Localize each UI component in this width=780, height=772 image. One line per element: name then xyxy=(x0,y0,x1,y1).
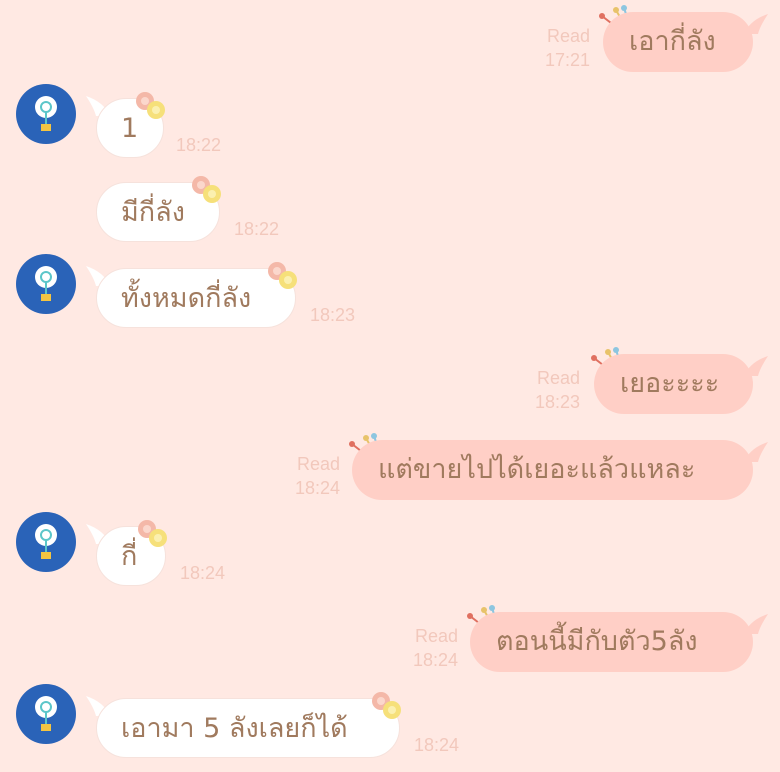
timestamp: 18:24 xyxy=(414,735,460,755)
read-receipt: Read 18:24 xyxy=(412,626,458,670)
message-bubble[interactable]: ตอนนี้มีกับตัว5ลัง xyxy=(470,612,753,672)
message-bubble[interactable]: แต่ขายไปได้เยอะแล้วแหละ xyxy=(352,440,753,500)
timestamp: 18:22 xyxy=(234,219,280,239)
read-receipt: Read 18:23 xyxy=(534,368,580,412)
lightbulb-icon xyxy=(35,696,57,731)
flower-sticker-icon xyxy=(192,176,221,203)
message-text: เอากี่ลัง xyxy=(629,26,716,57)
message-text: มีกี่ลัง xyxy=(121,197,185,228)
read-receipt: Read 17:21 xyxy=(544,26,590,70)
avatar[interactable] xyxy=(16,84,76,144)
message-text: กี่ xyxy=(121,541,138,572)
avatar[interactable] xyxy=(16,254,76,314)
read-receipt: Read 18:24 xyxy=(294,454,340,498)
flower-sticker-icon xyxy=(136,92,165,119)
message-bubble[interactable]: เอากี่ลัง xyxy=(603,12,753,72)
flower-sticker-icon xyxy=(372,692,401,719)
lightbulb-icon xyxy=(35,96,57,131)
avatar[interactable] xyxy=(16,512,76,572)
message-bubble[interactable]: เยอะะะะ xyxy=(594,354,753,414)
lightbulb-icon xyxy=(35,266,57,301)
message-text: เยอะะะะ xyxy=(620,368,720,399)
flower-sticker-icon xyxy=(138,520,167,547)
timestamp: 18:23 xyxy=(310,305,356,325)
message-bubble[interactable]: เอามา 5 ลังเลยก็ได้ xyxy=(96,698,400,758)
flower-sticker-icon xyxy=(268,262,297,289)
timestamp: 18:22 xyxy=(176,135,222,155)
lightbulb-icon xyxy=(35,524,57,559)
message-text: แต่ขายไปได้เยอะแล้วแหละ xyxy=(378,454,696,485)
message-text: ตอนนี้มีกับตัว5ลัง xyxy=(496,626,698,657)
avatar[interactable] xyxy=(16,684,76,744)
message-text: ทั้งหมดกี่ลัง xyxy=(121,283,252,314)
timestamp: 18:24 xyxy=(180,563,226,583)
message-text: เอามา 5 ลังเลยก็ได้ xyxy=(121,713,348,744)
